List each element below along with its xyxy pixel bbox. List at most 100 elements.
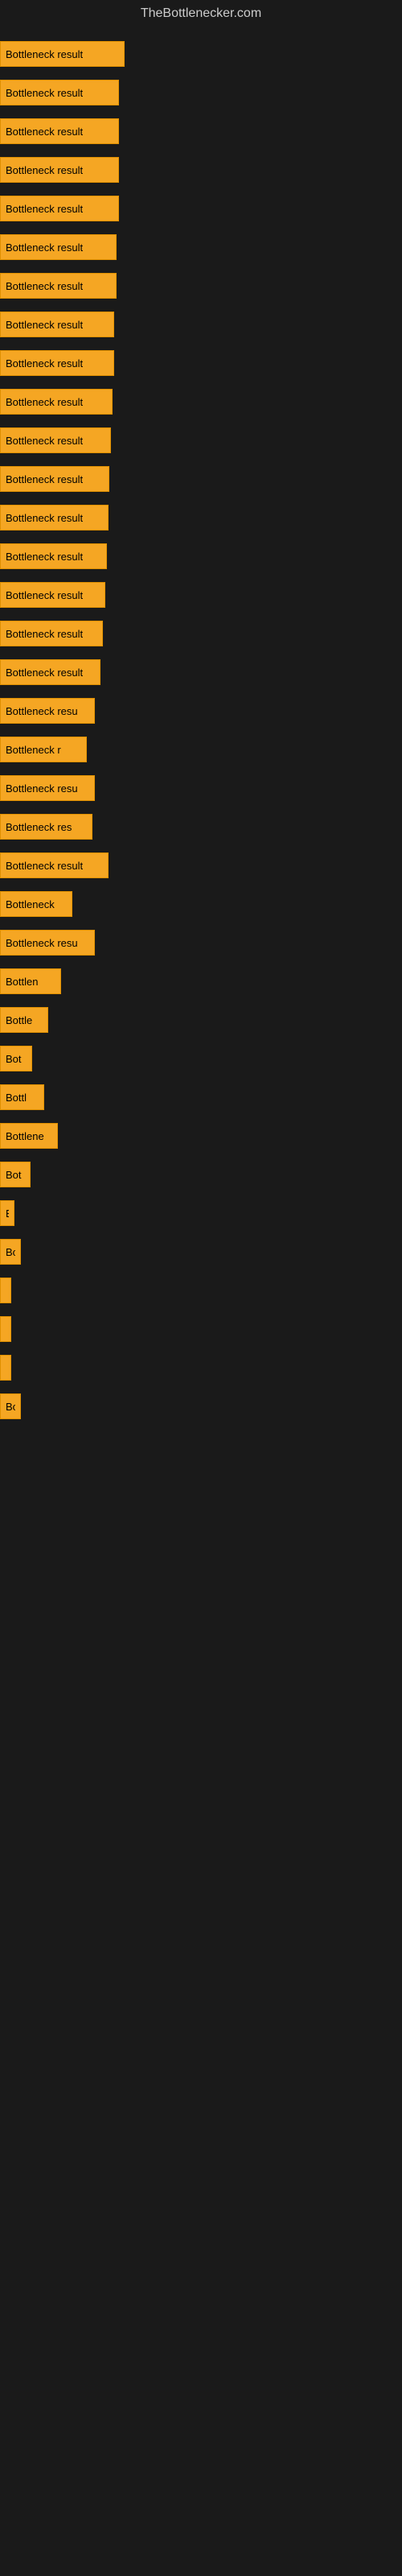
bar-label: Bottleneck result [6, 164, 83, 176]
bar-label: Bottleneck resu [6, 705, 78, 717]
bar-label: Bottleneck result [6, 48, 83, 60]
bar-item: Bottleneck result [0, 273, 117, 299]
bar-row: Bottleneck resu [0, 770, 402, 807]
bar-item: B [0, 1278, 11, 1303]
bar-label: Bot [6, 1169, 22, 1181]
bar-item: Bottleneck result [0, 621, 103, 646]
bar-label: Bottleneck res [6, 821, 72, 833]
bar-row: Bottleneck result [0, 422, 402, 459]
bar-item: Bottl [0, 1084, 44, 1110]
bar-row: Bottlene [0, 1117, 402, 1154]
bar-row: Bottlen [0, 963, 402, 1000]
bar-row: Bottleneck result [0, 345, 402, 382]
bar-row: Bottleneck result [0, 267, 402, 304]
bar-label: Bot [6, 1053, 22, 1065]
bar-item: Bottleneck resu [0, 775, 95, 801]
bar-row: Bottleneck result [0, 847, 402, 884]
bar-label: Bottleneck result [6, 319, 83, 331]
bar-row: Bottleneck result [0, 383, 402, 420]
bar-item: Bo [0, 1393, 21, 1419]
bar-row: Bot [0, 1040, 402, 1077]
bar-item: Bottleneck result [0, 659, 100, 685]
bar-row: Bottleneck result [0, 113, 402, 150]
bar-label: Bottlene [6, 1130, 44, 1142]
bar-item: Bottleneck result [0, 350, 114, 376]
bar-label: Bottleneck resu [6, 782, 78, 795]
bar-label: Bottleneck result [6, 551, 83, 563]
site-title: TheBottlenecker.com [0, 0, 402, 27]
bar-label: Bottleneck result [6, 628, 83, 640]
bar-item: Bottlene [0, 1123, 58, 1149]
bar-label: Bottleneck result [6, 667, 83, 679]
bar-label: Bottleneck result [6, 203, 83, 215]
bar-row: Bottleneck result [0, 306, 402, 343]
bar-row: Bottleneck r [0, 731, 402, 768]
bar-row: Bottleneck resu [0, 692, 402, 729]
bar-label: Bottleneck r [6, 744, 61, 756]
bar-row: Bottleneck result [0, 576, 402, 613]
bar-item: Bottle [0, 1007, 48, 1033]
bar-label: Bottleneck result [6, 589, 83, 601]
bar-label: Bottleneck result [6, 512, 83, 524]
bar-row: Bottleneck result [0, 460, 402, 497]
bar-item: I [0, 1355, 11, 1381]
bar-item: Bottleneck r [0, 737, 87, 762]
bar-label: Bottleneck resu [6, 937, 78, 949]
bar-item: Bot [0, 1162, 31, 1187]
bar-item: Bottleneck resu [0, 698, 95, 724]
bar-item: Bottleneck result [0, 466, 109, 492]
bar-row: Bo [0, 1388, 402, 1425]
bar-label: Bottleneck result [6, 435, 83, 447]
bar-row: Bottleneck result [0, 74, 402, 111]
bar-row: Bo [0, 1233, 402, 1270]
bar-row: Bottleneck result [0, 654, 402, 691]
bar-item: Bottleneck result [0, 234, 117, 260]
bar-row: Bottleneck result [0, 499, 402, 536]
bar-row: B [0, 1195, 402, 1232]
bar-item: Bot [0, 1046, 32, 1071]
bar-label: Bottleneck result [6, 860, 83, 872]
bar-item: Bottlen [0, 968, 61, 994]
bar-label: Bottleneck result [6, 87, 83, 99]
bar-label: Bottleneck result [6, 242, 83, 254]
bar-label: Bottleneck result [6, 280, 83, 292]
bar-row: Bottl [0, 1079, 402, 1116]
bar-item: I [0, 1316, 11, 1342]
bar-row: Bottleneck [0, 886, 402, 923]
bar-item: Bottleneck res [0, 814, 92, 840]
bar-item: Bottleneck result [0, 427, 111, 453]
bar-row: Bot [0, 1156, 402, 1193]
bar-label: B [6, 1208, 9, 1220]
bars-container: Bottleneck result Bottleneck result Bottle… [0, 27, 402, 1435]
bar-label: Bottleneck result [6, 473, 83, 485]
bar-label: Bo [6, 1246, 15, 1258]
bar-label: Bo [6, 1401, 15, 1413]
bar-label: Bottleneck result [6, 126, 83, 138]
bar-item: B [0, 1200, 14, 1226]
bar-row: I [0, 1349, 402, 1386]
bar-label: Bottleneck [6, 898, 55, 910]
bar-item: Bottleneck [0, 891, 72, 917]
bar-item: Bottleneck resu [0, 930, 95, 956]
bar-item: Bottleneck result [0, 157, 119, 183]
bar-item: Bottleneck result [0, 543, 107, 569]
bar-item: Bottleneck result [0, 118, 119, 144]
bar-label: Bottleneck result [6, 357, 83, 369]
bar-item: Bottleneck result [0, 582, 105, 608]
bar-item: Bottleneck result [0, 389, 113, 415]
bar-item: Bottleneck result [0, 196, 119, 221]
bar-row: B [0, 1272, 402, 1309]
bar-row: Bottleneck result [0, 35, 402, 72]
bar-label: Bottle [6, 1014, 32, 1026]
bar-row: Bottleneck res [0, 808, 402, 845]
bar-row: Bottleneck result [0, 190, 402, 227]
bar-row: Bottleneck result [0, 538, 402, 575]
bar-item: Bottleneck result [0, 505, 109, 530]
bar-item: Bottleneck result [0, 312, 114, 337]
bar-label: Bottlen [6, 976, 38, 988]
bar-row: Bottleneck resu [0, 924, 402, 961]
bar-row: Bottle [0, 1001, 402, 1038]
bar-label: Bottl [6, 1092, 27, 1104]
bar-row: I [0, 1311, 402, 1348]
bar-row: Bottleneck result [0, 229, 402, 266]
